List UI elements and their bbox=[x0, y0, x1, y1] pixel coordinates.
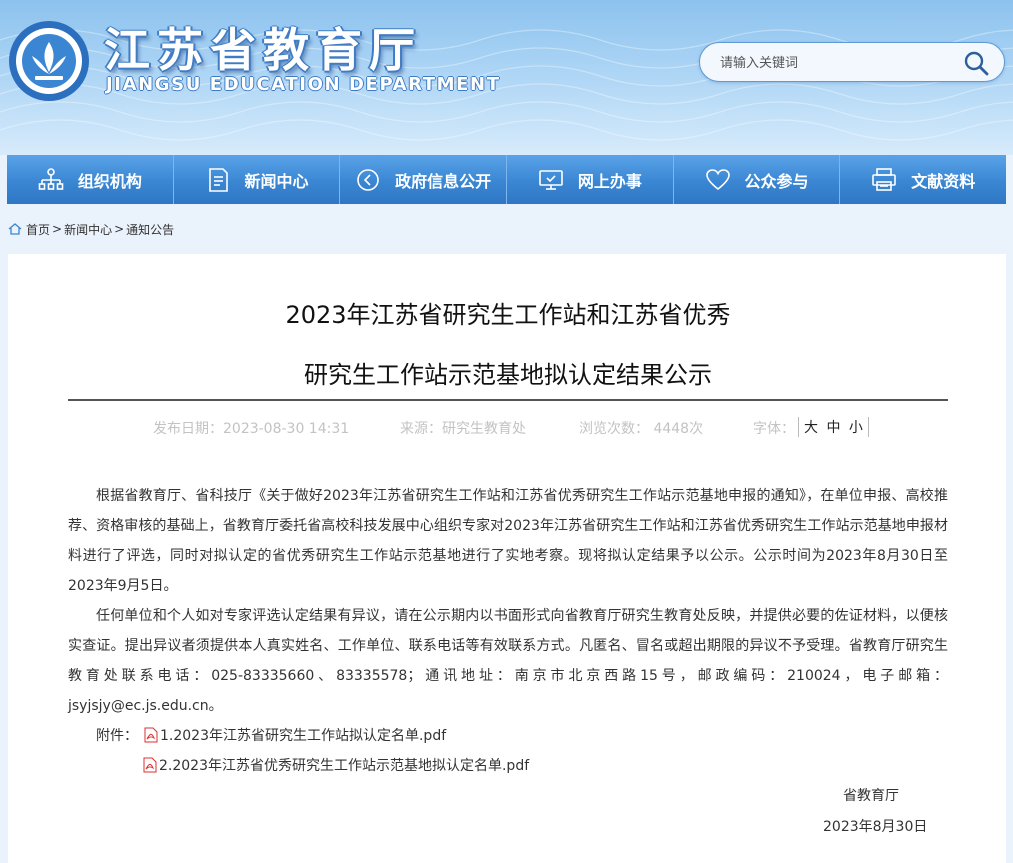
nav-label: 网上办事 bbox=[577, 171, 642, 191]
font-size-switcher: 大 中 小 bbox=[798, 417, 869, 437]
printer-icon bbox=[872, 167, 896, 191]
breadcrumb-home[interactable]: 首页 bbox=[26, 221, 50, 238]
nav-item-documents[interactable]: 文献资料 bbox=[840, 155, 1007, 204]
nav-item-online-service[interactable]: 网上办事 bbox=[507, 155, 674, 204]
article-paragraph: 根据省教育厅、省科技厅《关于做好2023年江苏省研究生工作站和江苏省优秀研究生工… bbox=[68, 488, 948, 594]
font-size-large[interactable]: 大 bbox=[804, 420, 818, 436]
news-document-icon bbox=[208, 167, 228, 192]
org-chart-icon bbox=[38, 167, 64, 190]
site-title: 江苏省教育厅 bbox=[104, 23, 422, 77]
article-title-line2: 研究生工作站示范基地拟认定结果公示 bbox=[304, 361, 712, 389]
breadcrumb: 首页 > 新闻中心 > 通知公告 bbox=[8, 221, 174, 237]
breadcrumb-separator: > bbox=[114, 222, 125, 236]
monitor-icon bbox=[539, 169, 563, 190]
attachments-label: 附件： bbox=[96, 728, 138, 744]
font-size-small[interactable]: 小 bbox=[849, 420, 863, 436]
attachment-row: 附件： 1.2023年江苏省研究生工作站拟认定名单.pdf bbox=[96, 725, 446, 745]
attachment-row: 2.2023年江苏省优秀研究生工作站示范基地拟认定名单.pdf bbox=[143, 755, 529, 775]
breadcrumb-news[interactable]: 新闻中心 bbox=[64, 221, 112, 238]
nav-item-info-disclosure[interactable]: 政府信息公开 bbox=[340, 155, 508, 204]
pdf-icon bbox=[144, 727, 158, 743]
site-header: 江苏省教育厅 JIANGSU EDUCATION DEPARTMENT bbox=[0, 0, 1013, 155]
view-count: 浏览次数： 4448次 bbox=[579, 421, 704, 437]
article-source: 来源：研究生教育处 bbox=[400, 421, 526, 437]
sign-date: 2023年8月30日 bbox=[823, 819, 928, 835]
font-size-label: 字体： bbox=[753, 421, 795, 437]
jiangsu-education-logo[interactable] bbox=[8, 20, 90, 102]
attachment-link[interactable]: 1.2023年江苏省研究生工作站拟认定名单.pdf bbox=[160, 725, 446, 745]
site-subtitle: JIANGSU EDUCATION DEPARTMENT bbox=[106, 74, 501, 95]
signature: 省教育厅 bbox=[843, 788, 899, 804]
article-title-line1: 2023年江苏省研究生工作站和江苏省优秀 bbox=[285, 301, 731, 329]
nav-label: 新闻中心 bbox=[244, 171, 309, 191]
nav-label: 公众参与 bbox=[744, 171, 809, 191]
search-icon[interactable] bbox=[962, 49, 990, 77]
breadcrumb-separator: > bbox=[52, 222, 63, 236]
nav-label: 政府信息公开 bbox=[395, 171, 492, 191]
main-nav: 组织机构 新闻中心 政府信息公开 网上办事 公众参与 文献资料 bbox=[7, 155, 1007, 204]
home-icon bbox=[8, 223, 22, 235]
article-paragraph: 任何单位和个人如对专家评选认定结果有异议，请在公示期内以书面形式向省教育厅研究生… bbox=[68, 608, 948, 714]
article-panel: 2023年江苏省研究生工作站和江苏省优秀 研究生工作站示范基地拟认定结果公示 发… bbox=[8, 254, 1006, 863]
heart-icon bbox=[705, 168, 730, 190]
title-divider bbox=[68, 399, 948, 401]
search-box bbox=[699, 42, 1005, 82]
nav-label: 组织机构 bbox=[77, 171, 142, 191]
nav-item-news[interactable]: 新闻中心 bbox=[173, 155, 341, 204]
breadcrumb-current[interactable]: 通知公告 bbox=[126, 221, 174, 238]
pdf-icon bbox=[143, 757, 157, 773]
nav-item-public-participation[interactable]: 公众参与 bbox=[673, 155, 841, 204]
nav-item-org[interactable]: 组织机构 bbox=[7, 155, 174, 204]
nav-label: 文献资料 bbox=[911, 171, 976, 191]
font-size-medium[interactable]: 中 bbox=[826, 420, 840, 436]
info-disclosure-icon bbox=[357, 168, 379, 191]
article-body: 根据省教育厅、省科技厅《关于做好2023年江苏省研究生工作站和江苏省优秀研究生工… bbox=[68, 481, 948, 721]
attachment-link[interactable]: 2.2023年江苏省优秀研究生工作站示范基地拟认定名单.pdf bbox=[159, 755, 529, 775]
publish-date: 发布日期：2023-08-30 14:31 bbox=[153, 421, 350, 437]
search-input[interactable] bbox=[718, 51, 942, 75]
